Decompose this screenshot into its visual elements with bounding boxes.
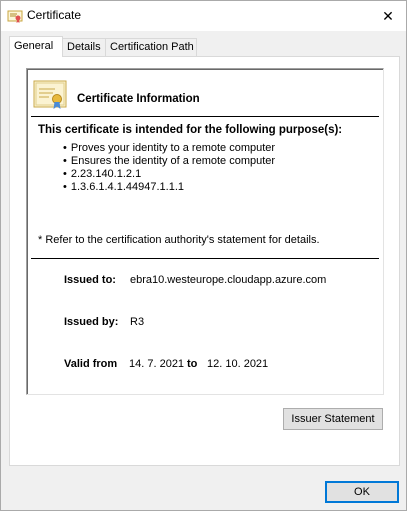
tab-details[interactable]: Details [62,38,107,56]
general-tab-panel: Certificate Information This certificate… [9,56,400,466]
valid-to-label: to [187,358,198,370]
purpose-item: 1.3.6.1.4.1.44947.1.1.1 [63,181,275,194]
tab-general[interactable]: General [9,36,63,57]
divider [31,258,379,259]
issuer-statement-button[interactable]: Issuer Statement [283,408,383,430]
authority-note: * Refer to the certification authority's… [38,234,320,246]
tab-certification-path[interactable]: Certification Path [105,38,197,56]
valid-from-value: 14. 7. 2021 [129,358,185,370]
close-button[interactable]: ✕ [370,1,406,31]
title-bar: Certificate ✕ [1,1,406,31]
purpose-list: Proves your identity to a remote compute… [63,142,275,194]
divider [31,116,379,117]
window-title: Certificate [27,8,82,22]
issued-to-value: ebra10.westeurope.cloudapp.azure.com [130,274,327,286]
ok-button[interactable]: OK [325,481,399,503]
certificate-info-heading: Certificate Information [77,93,200,105]
certificate-icon [7,10,23,23]
certificate-info-box: Certificate Information This certificate… [26,68,384,395]
close-icon: ✕ [382,7,394,24]
valid-to-value: 12. 10. 2021 [207,358,269,370]
certificate-icon [33,80,67,109]
issued-by-label: Issued by: [64,316,119,328]
valid-from-label: Valid from [64,358,118,370]
purpose-item: Proves your identity to a remote compute… [63,142,275,155]
issued-by-value: R3 [130,316,145,328]
purpose-heading: This certificate is intended for the fol… [38,124,343,136]
purpose-item: Ensures the identity of a remote compute… [63,155,275,168]
certificate-dialog: Certificate ✕ General Details Certificat… [0,0,407,511]
purpose-item: 2.23.140.1.2.1 [63,168,275,181]
issued-to-label: Issued to: [64,274,116,286]
